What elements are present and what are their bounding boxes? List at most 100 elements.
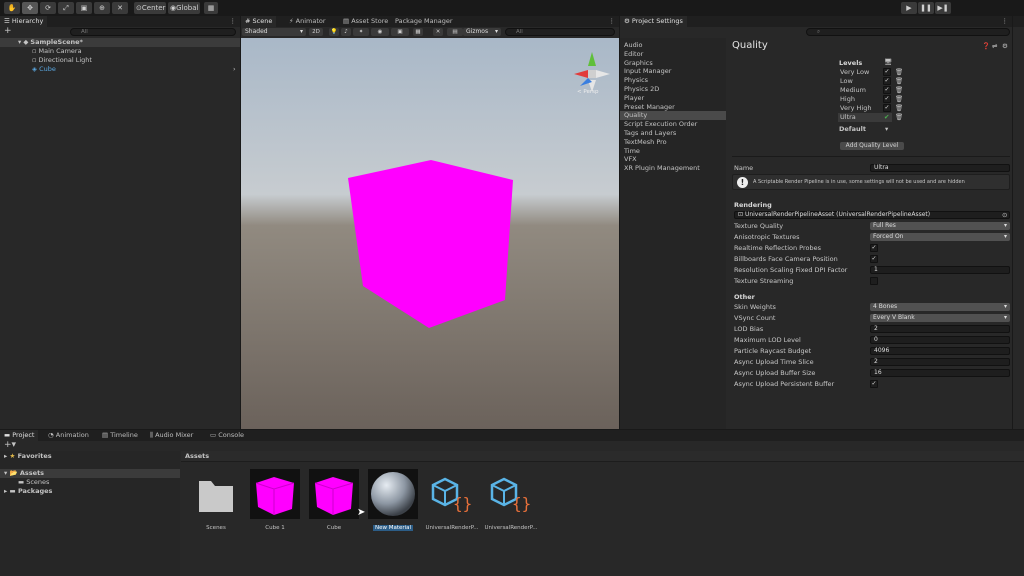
grid-icon[interactable]: ▦ <box>413 28 423 36</box>
anisotropic-textures-dropdown[interactable]: Forced On <box>870 233 1010 241</box>
chevron-down-icon[interactable]: ▾ <box>885 125 888 134</box>
scene-viewport[interactable]: < Persp <box>241 38 619 429</box>
category-time[interactable]: Time <box>624 147 640 156</box>
create-asset-button[interactable]: +▾ <box>4 441 16 450</box>
texture-streaming-checkbox[interactable] <box>870 277 878 285</box>
particle-raycast-budget-field[interactable]: 4096 <box>870 347 1010 355</box>
realtime-reflection-probes-checkbox[interactable]: ✓ <box>870 244 878 252</box>
play-button[interactable]: ▶ <box>901 2 917 14</box>
move-tool-icon[interactable]: ✥ <box>22 2 38 14</box>
breadcrumb-assets[interactable]: Assets <box>185 452 209 461</box>
assets-folder-item[interactable]: ▾ 📂 Assets <box>0 469 180 478</box>
global-button[interactable]: ◉Global <box>168 2 200 14</box>
favorites-item[interactable]: ▸ ★ Favorites <box>4 452 52 461</box>
audio-icon[interactable]: ♪ <box>341 28 351 36</box>
camera-icon[interactable]: ▣ <box>391 28 409 36</box>
trash-icon[interactable]: 🗑 <box>895 113 903 122</box>
scenes-folder-item[interactable]: ▬ Scenes <box>18 478 49 487</box>
rect-tool-icon[interactable]: ▣ <box>76 2 92 14</box>
effects-icon[interactable]: ✦ <box>353 28 369 36</box>
category-script-execution-order[interactable]: Script Execution Order <box>624 120 697 129</box>
lighting-icon[interactable]: 💡 <box>329 28 339 36</box>
render-icon[interactable]: ▤ <box>447 28 463 36</box>
settings-gear-icon[interactable]: ⚙ <box>1002 42 1008 51</box>
tool-settings-icon[interactable]: ✕ <box>433 28 443 36</box>
name-field[interactable]: Ultra <box>870 164 1010 172</box>
help-icon[interactable]: ❓ <box>982 42 990 51</box>
packages-folder-item[interactable]: ▸ ▬ Packages <box>4 487 52 496</box>
category-vfx[interactable]: VFX <box>624 155 637 164</box>
category-input-manager[interactable]: Input Manager <box>624 67 671 76</box>
tab-audio-mixer[interactable]: ⫼ Audio Mixer <box>146 430 197 441</box>
preset-icon[interactable]: ⇌ <box>992 42 997 51</box>
rotate-tool-icon[interactable]: ⟳ <box>40 2 56 14</box>
add-quality-level-button[interactable]: Add Quality Level <box>840 142 904 150</box>
asset-urp-asset-1[interactable]: {} UniversalRenderP... <box>425 469 479 531</box>
category-physics-2d[interactable]: Physics 2D <box>624 85 659 94</box>
add-object-button[interactable]: + <box>4 27 12 36</box>
asset-urp-asset-2[interactable]: {} UniversalRenderP... <box>484 469 538 531</box>
category-preset-manager[interactable]: Preset Manager <box>624 103 675 112</box>
hierarchy-item-cube[interactable]: ◈ Cube <box>32 65 56 74</box>
asset-new-material[interactable]: New Material <box>366 469 420 533</box>
asset-cube-1[interactable]: Cube 1 <box>248 469 302 531</box>
lod-bias-field[interactable]: 2 <box>870 325 1010 333</box>
tab-animator[interactable]: ⚡ Animator <box>285 16 330 27</box>
category-editor[interactable]: Editor <box>624 50 643 59</box>
visibility-icon[interactable]: ◉ <box>371 28 389 36</box>
billboards-face-camera-checkbox[interactable]: ✓ <box>870 255 878 263</box>
transform-tool-icon[interactable]: ⊕ <box>94 2 110 14</box>
vsync-count-dropdown[interactable]: Every V Blank <box>870 314 1010 322</box>
scene-row[interactable]: ▾ ◆ SampleScene* <box>0 38 240 47</box>
step-button[interactable]: ▶❚ <box>935 2 951 14</box>
level-medium[interactable]: Medium <box>838 86 878 95</box>
2d-toggle[interactable]: 2D <box>309 28 323 36</box>
cube-object[interactable] <box>241 38 619 429</box>
category-audio[interactable]: Audio <box>624 41 642 50</box>
panel-menu-icon[interactable]: ⋮ <box>1002 17 1009 26</box>
active-level-check-icon[interactable]: ✔ <box>884 113 889 122</box>
level-very-high[interactable]: Very High <box>838 104 878 113</box>
pause-button[interactable]: ❚❚ <box>918 2 934 14</box>
level-medium-checkbox[interactable]: ✓ <box>883 86 891 94</box>
skin-weights-dropdown[interactable]: 4 Bones <box>870 303 1010 311</box>
tab-package-manager[interactable]: Package Manager <box>391 16 457 27</box>
trash-icon[interactable]: 🗑 <box>895 95 903 104</box>
level-low[interactable]: Low <box>838 77 878 86</box>
async-upload-buffer-size-field[interactable]: 16 <box>870 369 1010 377</box>
category-physics[interactable]: Physics <box>624 76 648 85</box>
trash-icon[interactable]: 🗑 <box>895 104 903 113</box>
level-very-low[interactable]: Very Low <box>838 68 878 77</box>
custom-tool-icon[interactable]: ✕ <box>112 2 128 14</box>
object-picker-icon[interactable]: ⊙ <box>1002 211 1007 220</box>
hierarchy-item-main-camera[interactable]: ▫ Main Camera <box>32 47 82 56</box>
asset-cube[interactable]: Cube <box>307 469 361 531</box>
panel-menu-icon[interactable]: ⋮ <box>230 17 237 26</box>
scale-tool-icon[interactable]: ⤢ <box>58 2 74 14</box>
level-very-high-checkbox[interactable]: ✓ <box>883 104 891 112</box>
level-high-checkbox[interactable]: ✓ <box>883 95 891 103</box>
max-lod-level-field[interactable]: 0 <box>870 336 1010 344</box>
trash-icon[interactable]: 🗑 <box>895 68 903 77</box>
tab-animation[interactable]: ◔ Animation <box>44 430 93 441</box>
dpi-factor-field[interactable]: 1 <box>870 266 1010 274</box>
gizmos-dropdown[interactable]: Gizmos <box>463 28 501 36</box>
persp-label[interactable]: < Persp <box>577 88 598 97</box>
level-low-checkbox[interactable]: ✓ <box>883 77 891 85</box>
hierarchy-item-directional-light[interactable]: ▫ Directional Light <box>32 56 92 65</box>
pipeline-asset-field[interactable]: ⊡ UniversalRenderPipelineAsset (Universa… <box>734 211 1010 219</box>
category-textmesh-pro[interactable]: TextMesh Pro <box>624 138 667 147</box>
tab-timeline[interactable]: ▤ Timeline <box>98 430 142 441</box>
hierarchy-search[interactable]: All <box>70 28 236 36</box>
category-tags-and-layers[interactable]: Tags and Layers <box>624 129 676 138</box>
level-very-low-checkbox[interactable]: ✓ <box>883 68 891 76</box>
scene-search[interactable]: All <box>505 28 615 36</box>
tab-scene[interactable]: # Scene <box>241 16 277 27</box>
category-quality[interactable]: Quality <box>620 111 726 121</box>
category-graphics[interactable]: Graphics <box>624 59 653 68</box>
async-upload-time-slice-field[interactable]: 2 <box>870 358 1010 366</box>
chevron-right-icon[interactable]: › <box>233 65 236 74</box>
trash-icon[interactable]: 🗑 <box>895 86 903 95</box>
tab-console[interactable]: ▭ Console <box>206 430 248 441</box>
level-high[interactable]: High <box>838 95 878 104</box>
